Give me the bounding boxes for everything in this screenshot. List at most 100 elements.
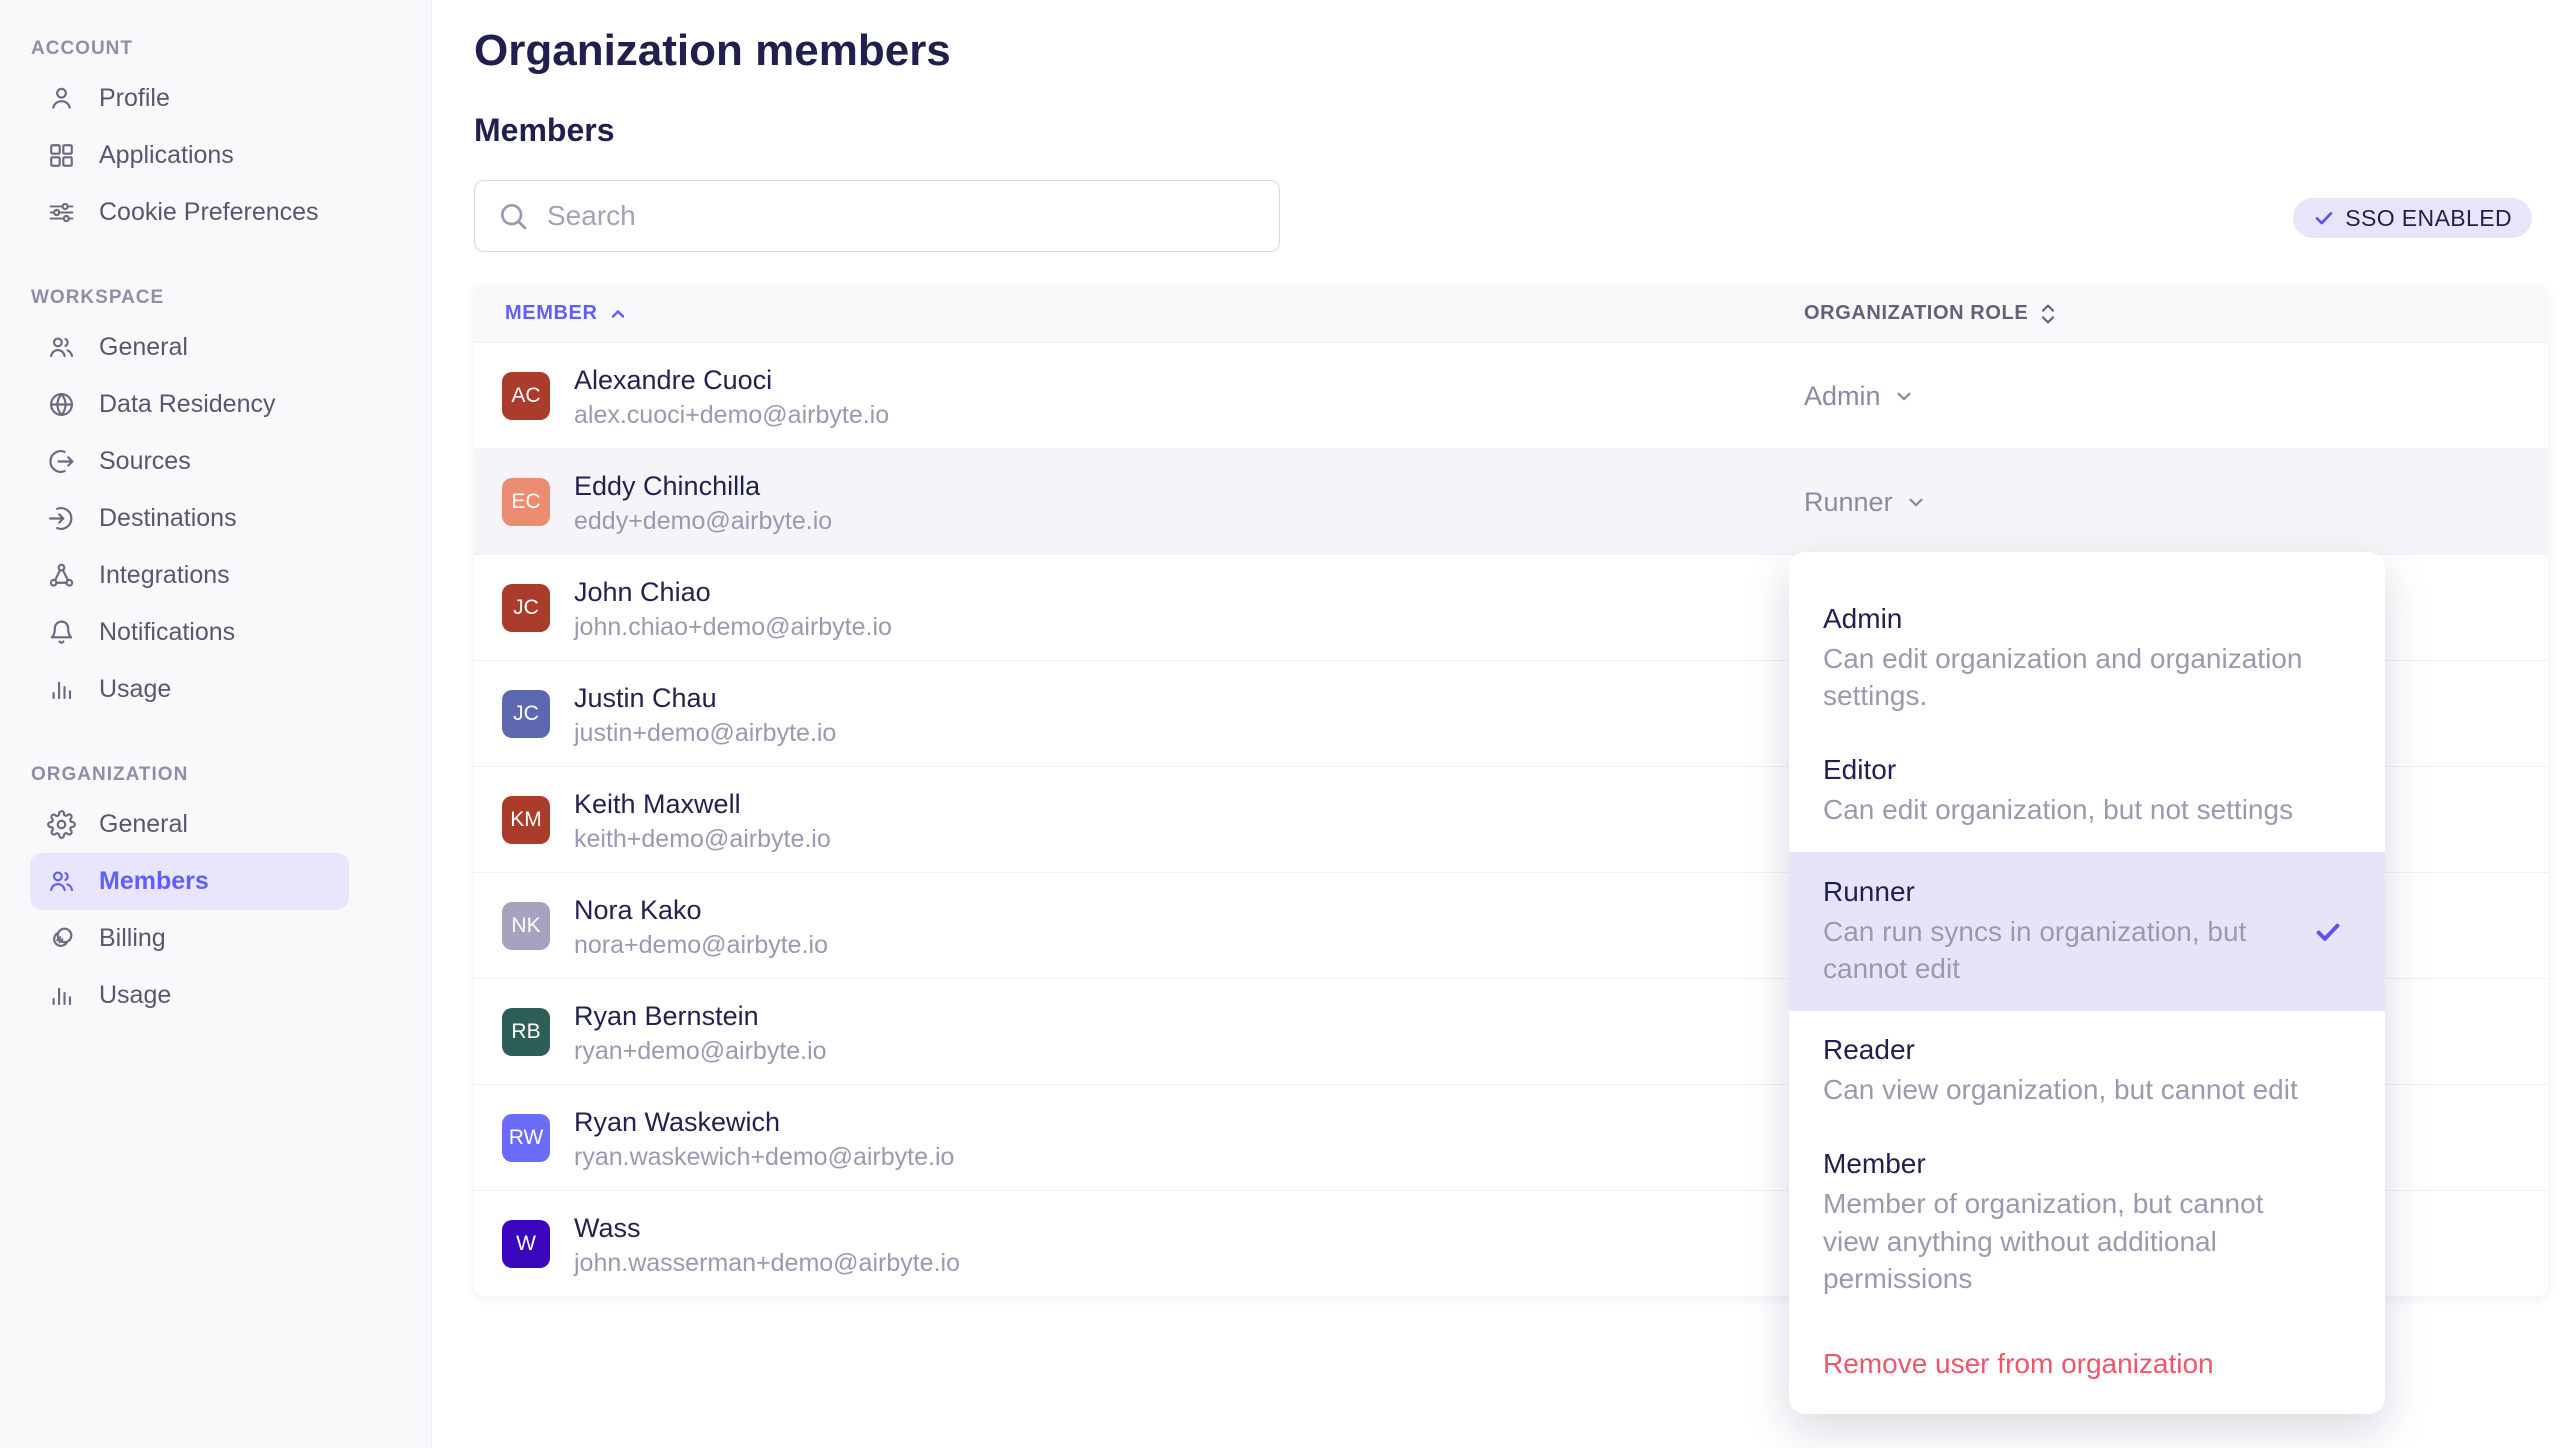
column-header-member[interactable]: MEMBER [505, 302, 628, 325]
table-row: EC Eddy Chinchilla eddy+demo@airbyte.io … [474, 448, 2548, 554]
role-option-member[interactable]: Member Member of organization, but canno… [1789, 1131, 2385, 1314]
role-option-editor[interactable]: Editor Can edit organization, but not se… [1789, 737, 2385, 845]
role-option-description: Can run syncs in organization, but canno… [1823, 913, 2325, 987]
member-name: Nora Kako [574, 895, 702, 926]
member-email: john.wasserman+demo@airbyte.io [574, 1249, 960, 1278]
sidebar-item-label: Sources [99, 447, 191, 476]
sidebar-item-workspace-usage[interactable]: Usage [0, 661, 431, 718]
members-heading: Members [474, 112, 615, 149]
settings-sidebar: ACCOUNT Profile Applications Cookie Pref… [0, 0, 432, 1448]
member-name: Wass [574, 1213, 641, 1244]
sso-enabled-badge: SSO ENABLED [2293, 198, 2532, 238]
member-email: nora+demo@airbyte.io [574, 931, 828, 960]
sidebar-item-label: Cookie Preferences [99, 198, 319, 227]
avatar: RB [502, 1008, 550, 1056]
sidebar-item-billing[interactable]: Billing [0, 910, 431, 967]
chevron-down-icon [1905, 491, 1927, 513]
remove-user-link[interactable]: Remove user from organization [1789, 1328, 2385, 1384]
role-select[interactable]: Admin [1804, 343, 1915, 449]
member-name: Ryan Waskewich [574, 1107, 780, 1138]
source-arrow-icon [47, 447, 76, 476]
sidebar-item-org-usage[interactable]: Usage [0, 967, 431, 1024]
page-title: Organization members [474, 26, 951, 76]
sidebar-item-label: Billing [99, 924, 166, 953]
check-icon [2313, 207, 2335, 229]
member-name: Eddy Chinchilla [574, 471, 760, 502]
sidebar-section-account: ACCOUNT Profile Applications Cookie Pref… [0, 38, 431, 241]
role-option-admin[interactable]: Admin Can edit organization and organiza… [1789, 586, 2385, 731]
member-email: alex.cuoci+demo@airbyte.io [574, 401, 889, 430]
sidebar-item-org-general[interactable]: General [0, 796, 431, 853]
sort-asc-icon [608, 304, 628, 324]
sidebar-item-cookie-preferences[interactable]: Cookie Preferences [0, 184, 431, 241]
member-name: Alexandre Cuoci [574, 365, 772, 396]
chevron-down-icon [1893, 385, 1915, 407]
member-email: eddy+demo@airbyte.io [574, 507, 832, 536]
sidebar-item-workspace-general[interactable]: General [0, 319, 431, 376]
sidebar-item-sources[interactable]: Sources [0, 433, 431, 490]
avatar: EC [502, 478, 550, 526]
role-option-description: Can edit organization, but not settings [1823, 791, 2325, 828]
member-email: john.chiao+demo@airbyte.io [574, 613, 892, 642]
role-value: Admin [1804, 381, 1881, 412]
avatar: AC [502, 372, 550, 420]
sidebar-item-label: Notifications [99, 618, 235, 647]
sso-badge-label: SSO ENABLED [2345, 205, 2512, 232]
sidebar-item-label: General [99, 810, 188, 839]
role-option-description: Can edit organization and organization s… [1823, 640, 2325, 714]
sidebar-item-label: Usage [99, 675, 171, 704]
destination-arrow-icon [47, 504, 76, 533]
sidebar-item-members[interactable]: Members [30, 853, 349, 910]
member-name: Keith Maxwell [574, 789, 741, 820]
sidebar-item-label: Usage [99, 981, 171, 1010]
user-icon [47, 84, 76, 113]
role-option-description: Can view organization, but cannot edit [1823, 1071, 2325, 1108]
role-select[interactable]: Runner [1804, 449, 1927, 555]
table-row: AC Alexandre Cuoci alex.cuoci+demo@airby… [474, 342, 2548, 448]
member-search[interactable] [474, 180, 1280, 252]
sidebar-item-label: General [99, 333, 188, 362]
sliders-icon [47, 198, 76, 227]
sidebar-item-integrations[interactable]: Integrations [0, 547, 431, 604]
users-icon [47, 867, 76, 896]
coins-icon [47, 924, 76, 953]
member-email: ryan.waskewich+demo@airbyte.io [574, 1143, 954, 1172]
search-input[interactable] [547, 200, 1257, 232]
share-nodes-icon [47, 561, 76, 590]
organization-members-page: ACCOUNT Profile Applications Cookie Pref… [0, 0, 2562, 1448]
globe-icon [47, 390, 76, 419]
avatar: KM [502, 796, 550, 844]
grid-icon [47, 141, 76, 170]
role-option-title: Runner [1823, 876, 2325, 908]
role-option-title: Member [1823, 1148, 2325, 1180]
sidebar-item-applications[interactable]: Applications [0, 127, 431, 184]
column-header-organization-role[interactable]: ORGANIZATION ROLE [1804, 302, 2058, 326]
member-name: Justin Chau [574, 683, 717, 714]
sidebar-section-workspace: WORKSPACE General Data Residency Sources [0, 287, 431, 718]
sidebar-section-organization: ORGANIZATION General Members Billing [0, 764, 431, 1024]
avatar: RW [502, 1114, 550, 1162]
bar-chart-icon [47, 675, 76, 704]
sidebar-item-notifications[interactable]: Notifications [0, 604, 431, 661]
avatar: W [502, 1220, 550, 1268]
role-column-label: ORGANIZATION ROLE [1804, 302, 2028, 325]
sidebar-item-data-residency[interactable]: Data Residency [0, 376, 431, 433]
sidebar-item-label: Data Residency [99, 390, 275, 419]
bar-chart-icon [47, 981, 76, 1010]
sidebar-item-destinations[interactable]: Destinations [0, 490, 431, 547]
member-email: ryan+demo@airbyte.io [574, 1037, 827, 1066]
member-column-label: MEMBER [505, 302, 598, 325]
bell-icon [47, 618, 76, 647]
member-email: keith+demo@airbyte.io [574, 825, 831, 854]
role-option-runner[interactable]: Runner Can run syncs in organization, bu… [1789, 852, 2385, 1011]
sidebar-item-profile[interactable]: Profile [0, 70, 431, 127]
sidebar-item-label: Destinations [99, 504, 237, 533]
role-option-reader[interactable]: Reader Can view organization, but cannot… [1789, 1017, 2385, 1125]
table-header-row: MEMBER ORGANIZATION ROLE [474, 285, 2548, 342]
role-option-description: Member of organization, but cannot view … [1823, 1185, 2325, 1297]
member-name: Ryan Bernstein [574, 1001, 759, 1032]
gear-icon [47, 810, 76, 839]
member-email: justin+demo@airbyte.io [574, 719, 836, 748]
sidebar-item-label: Profile [99, 84, 170, 113]
avatar: JC [502, 584, 550, 632]
